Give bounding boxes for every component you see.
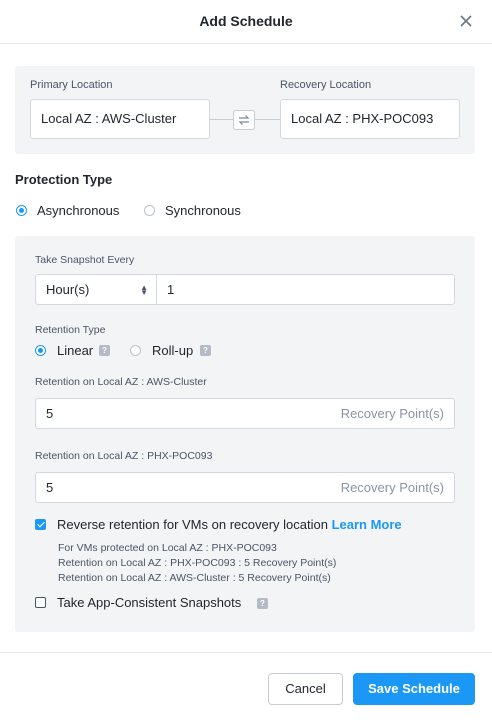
retention-local-label: Retention on Local AZ : AWS-Cluster [35,376,207,388]
linear-label[interactable]: Linear [57,343,93,358]
connector-line-right [255,119,280,120]
location-section: Primary Location Local AZ : AWS-Cluster … [15,66,475,154]
interval-unit-value: Hour(s) [46,282,90,297]
protection-type-title: Protection Type [15,172,113,187]
recovery-location-field[interactable]: Local AZ : PHX-POC093 [280,99,460,139]
retention-remote-suffix: Recovery Point(s) [340,480,444,495]
swap-locations-button[interactable] [233,110,255,130]
close-icon[interactable] [456,11,476,31]
primary-location-field[interactable]: Local AZ : AWS-Cluster [30,99,210,139]
retention-remote-label: Retention on Local AZ : PHX-POC093 [35,450,213,462]
reverse-retention-row: Reverse retention for VMs on recovery lo… [57,517,402,532]
save-schedule-button[interactable]: Save Schedule [353,673,475,705]
interval-value-input[interactable]: 1 [156,274,455,305]
learn-more-link[interactable]: Learn More [332,517,402,532]
rollup-label[interactable]: Roll-up [152,343,193,358]
reverse-retention-label[interactable]: Reverse retention for VMs on recovery lo… [57,517,328,532]
help-icon[interactable]: ? [200,345,211,356]
dialog-footer: Cancel Save Schedule [0,652,492,722]
reverse-note-line-3: Retention on Local AZ : AWS-Cluster : 5 … [58,572,331,584]
synchronous-label[interactable]: Synchronous [165,203,241,218]
retention-local-input[interactable]: 5 Recovery Point(s) [35,398,455,429]
retention-local-value: 5 [46,406,54,421]
select-arrows-icon: ▲ ▼ [140,282,148,297]
snapshot-interval-label: Take Snapshot Every [35,254,135,266]
synchronous-radio[interactable] [144,205,155,216]
cancel-button[interactable]: Cancel [268,673,343,705]
reverse-retention-checkbox[interactable] [35,519,46,530]
retention-remote-input[interactable]: 5 Recovery Point(s) [35,472,455,503]
dialog-title: Add Schedule [199,13,293,29]
primary-location-label: Primary Location [30,79,113,91]
dialog-header: Add Schedule [0,0,492,44]
schedule-panel: Take Snapshot Every Hour(s) ▲ ▼ 1 Retenti… [15,236,475,632]
help-icon[interactable]: ? [99,345,110,356]
rollup-radio[interactable] [130,345,141,356]
reverse-note-line-1: For VMs protected on Local AZ : PHX-POC0… [58,542,277,554]
help-icon[interactable]: ? [257,598,268,609]
connector-line-left [210,119,233,120]
linear-radio[interactable] [35,345,46,356]
reverse-note-line-2: Retention on Local AZ : PHX-POC093 : 5 R… [58,557,337,569]
interval-unit-select[interactable]: Hour(s) ▲ ▼ [35,274,157,305]
app-consistent-label[interactable]: Take App-Consistent Snapshots [57,595,241,610]
app-consistent-checkbox[interactable] [35,597,46,608]
retention-remote-value: 5 [46,480,54,495]
retention-type-label: Retention Type [35,324,106,336]
asynchronous-radio[interactable] [16,205,27,216]
retention-local-suffix: Recovery Point(s) [340,406,444,421]
recovery-location-label: Recovery Location [280,79,372,91]
asynchronous-label[interactable]: Asynchronous [37,203,119,218]
swap-icon [238,115,250,125]
